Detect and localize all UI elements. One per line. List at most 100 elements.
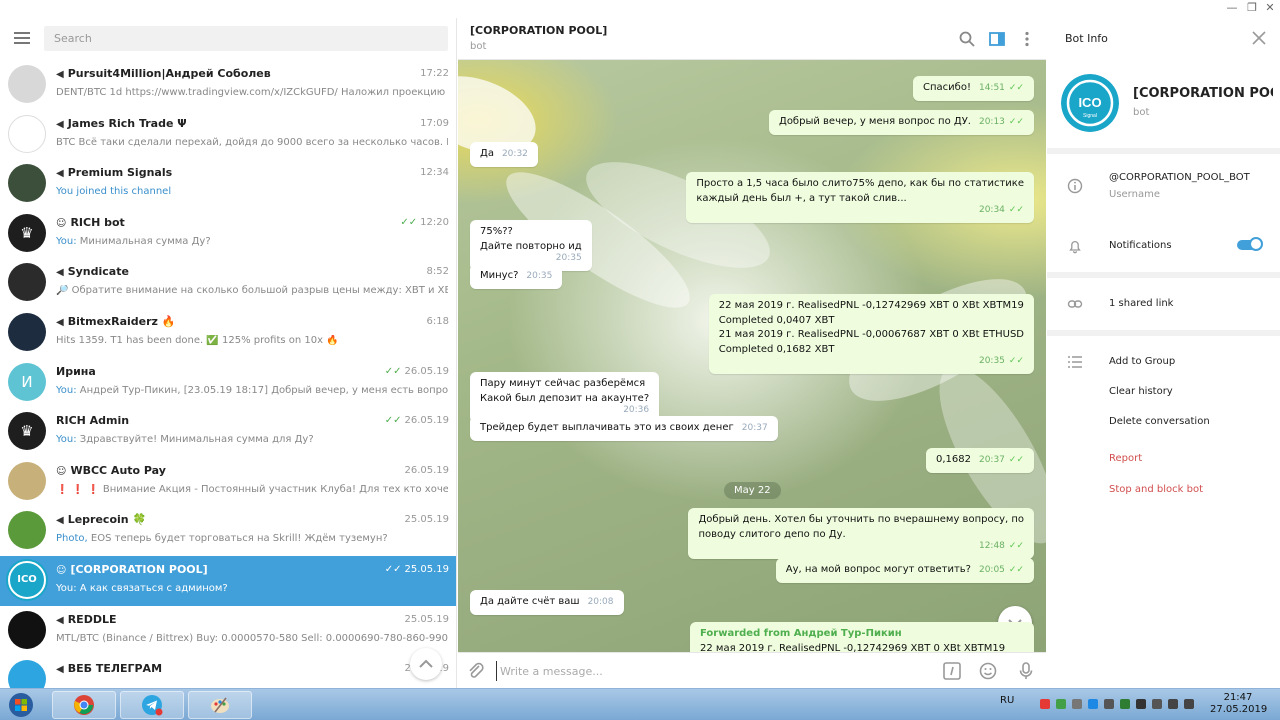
- chat-list-item[interactable]: ◀ Premium Signals 12:34 You joined this cha…: [0, 159, 456, 209]
- date-separator: May 22: [724, 482, 781, 499]
- incoming-message[interactable]: Да дайте счёт ваш 20:08: [470, 590, 624, 615]
- avatar: ♛: [8, 412, 46, 451]
- message-time: 20:05 ✓✓: [978, 565, 1024, 575]
- chat-list-item[interactable]: ◀ BitmexRaiderz 🔥 6:18 Hits 1359. T1 has be…: [0, 308, 456, 358]
- tray-app-icon[interactable]: [1088, 699, 1098, 709]
- chat-list-item[interactable]: ICO ☺ [CORPORATION POOL] ✓✓ 25.05.19 You: А к…: [0, 555, 456, 606]
- taskbar-clock[interactable]: 21:47 27.05.2019: [1210, 692, 1267, 716]
- read-check-icon: ✓✓: [1008, 83, 1024, 93]
- outgoing-message[interactable]: 0,1682 20:37 ✓✓: [925, 448, 1034, 473]
- outgoing-message[interactable]: Добрый вечер, у меня вопрос по ДУ. 20:13 ✓…: [769, 110, 1034, 135]
- chat-time: 8:52: [426, 266, 449, 278]
- bot-avatar[interactable]: ICO Signal: [1061, 74, 1119, 132]
- message-input[interactable]: [496, 661, 936, 681]
- divider: [1047, 330, 1280, 336]
- maximize-button[interactable]: ❐: [1242, 1, 1262, 14]
- outgoing-message[interactable]: Просто а 1,5 часа было слито75% депо, ка…: [686, 172, 1034, 223]
- delete-conversation-button[interactable]: Delete conversation: [1109, 416, 1210, 427]
- channel-icon: ◀: [56, 515, 64, 527]
- tray-app-icon[interactable]: [1072, 699, 1082, 709]
- message-time: 20:08: [587, 597, 614, 607]
- chat-name: ◀ Pursuit4Million|Андрей Соболев: [56, 67, 271, 80]
- tray-app-icon[interactable]: [1104, 699, 1114, 709]
- keyboard-language[interactable]: RU: [1000, 695, 1014, 706]
- microphone-icon[interactable]: [1016, 661, 1036, 681]
- message-time: 20:36: [623, 405, 650, 415]
- chat-list-item[interactable]: ◀ВЕБ ТЕЛЕГРАМ24.05.19: [0, 655, 456, 688]
- search-icon[interactable]: [958, 30, 976, 48]
- bot-icon: ☺: [56, 564, 67, 576]
- chat-list-item[interactable]: ♛ RICH Admin ✓✓ 26.05.19 You: Здравствуйте! …: [0, 407, 456, 457]
- outgoing-message[interactable]: Спасибо! 14:51 ✓✓: [913, 76, 1034, 101]
- tray-app-icon[interactable]: [1152, 699, 1162, 709]
- shared-links-item[interactable]: 1 shared link: [1109, 298, 1173, 309]
- chat-preview: 🔎 Обратите внимание на сколько большой р…: [56, 285, 448, 297]
- close-icon[interactable]: [1251, 30, 1267, 46]
- chat-list-item[interactable]: ☺ WBCC Auto Pay 26.05.19 ❗ ❗ ❗ Внимание Акц…: [0, 457, 456, 507]
- bot-command-icon[interactable]: [942, 661, 962, 681]
- volume-icon[interactable]: [1184, 699, 1194, 709]
- channel-icon: ◀: [56, 316, 64, 328]
- start-button[interactable]: [2, 690, 40, 720]
- stop-block-bot-button[interactable]: Stop and block bot: [1109, 484, 1203, 495]
- clear-history-button[interactable]: Clear history: [1109, 386, 1173, 397]
- chat-list-header: [0, 18, 456, 60]
- sidebar-toggle-icon[interactable]: [988, 30, 1006, 48]
- tray-app-icon[interactable]: [1040, 699, 1050, 709]
- report-button[interactable]: Report: [1109, 453, 1142, 464]
- bot-subtitle: bot: [1133, 107, 1150, 118]
- outgoing-message[interactable]: 22 мая 2019 г. RealisedPNL -0,12742969 X…: [708, 294, 1034, 374]
- tray-app-icon[interactable]: [1120, 699, 1130, 709]
- info-icon: [1067, 178, 1083, 194]
- conversation-header[interactable]: [CORPORATION POOL] bot: [458, 18, 1046, 60]
- message-time: 20:37: [741, 423, 768, 433]
- message-time: 20:35: [555, 253, 582, 263]
- notifications-toggle[interactable]: [1237, 237, 1263, 251]
- taskbar-telegram[interactable]: [120, 691, 184, 719]
- incoming-message[interactable]: Минус? 20:35: [470, 264, 563, 289]
- bot-info-header: Bot Info: [1047, 18, 1280, 60]
- chrome-icon: [74, 695, 94, 715]
- network-icon[interactable]: [1168, 699, 1178, 709]
- outgoing-message[interactable]: Ау, на мой вопрос могут ответить? 20:05 ✓✓: [775, 558, 1034, 583]
- add-to-group-button[interactable]: Add to Group: [1109, 356, 1175, 367]
- chat-list-item[interactable]: И Ирина ✓✓ 26.05.19 You: Андрей Тур-Пикин, […: [0, 358, 456, 408]
- chat-list-item[interactable]: ◀ James Rich Trade Ψ 17:09 BTC Всё таки сде…: [0, 110, 456, 160]
- taskbar-chrome[interactable]: [52, 691, 116, 719]
- avatar: [8, 164, 46, 203]
- tray-app-icon[interactable]: [1136, 699, 1146, 709]
- incoming-message[interactable]: Да 20:32: [470, 142, 538, 167]
- chat-name: ☺ WBCC Auto Pay: [56, 463, 166, 477]
- chat-time: 17:09: [420, 117, 449, 129]
- minimize-button[interactable]: —: [1222, 1, 1242, 14]
- incoming-message[interactable]: Пару минут сейчас разберёмся Какой был де…: [470, 372, 660, 423]
- read-check-icon: ✓✓: [1008, 356, 1024, 366]
- bot-username[interactable]: @CORPORATION_POOL_BOT: [1109, 172, 1250, 183]
- chat-list-item[interactable]: ◀ Leprecoin 🍀 25.05.19 Photo, EOS теперь бу…: [0, 506, 456, 556]
- attach-icon[interactable]: [466, 661, 486, 681]
- outgoing-message[interactable]: Forwarded from Андрей Тур-Пикин 22 мая 20…: [690, 622, 1034, 652]
- scroll-up-button[interactable]: [410, 648, 442, 680]
- search-input[interactable]: [44, 26, 448, 51]
- incoming-message[interactable]: 75%?? Дайте повторно ид 20:35: [470, 220, 592, 271]
- chat-list-item[interactable]: ♛ ☺ RICH bot ✓✓ 12:20 You: Минимальная сумма …: [0, 209, 456, 259]
- chat-list-item[interactable]: ◀ REDDLE 25.05.19 MTL/BTC (Binance / Bittre…: [0, 606, 456, 656]
- close-window-button[interactable]: ✕: [1260, 1, 1280, 14]
- taskbar-paint[interactable]: [188, 691, 252, 719]
- incoming-message[interactable]: Трейдер будет выплачивать это из своих д…: [470, 416, 778, 441]
- message-text: Добрый вечер, у меня вопрос по ДУ.: [779, 116, 971, 127]
- channel-icon: ◀: [56, 118, 64, 130]
- avatar: [8, 461, 46, 500]
- message-text: Да дайте счёт ваш: [480, 596, 580, 607]
- tray-app-icon[interactable]: [1056, 699, 1066, 709]
- paint-icon: [211, 697, 229, 713]
- chat-list-item[interactable]: ◀ Syndicate 8:52 🔎 Обратите внимание на ско…: [0, 258, 456, 308]
- outgoing-message[interactable]: Добрый день. Хотел бы уточнить по вчераш…: [688, 508, 1034, 559]
- emoji-icon[interactable]: [978, 661, 998, 681]
- chat-name: ◀ Premium Signals: [56, 166, 173, 180]
- message-time: 20:34 ✓✓: [978, 205, 1024, 215]
- chat-list-item[interactable]: ◀ Pursuit4Million|Андрей Соболев 17:22 DENT…: [0, 60, 456, 110]
- more-options-icon[interactable]: [1018, 30, 1036, 48]
- read-check-icon: ✓✓: [1008, 205, 1024, 215]
- hamburger-menu-icon[interactable]: [14, 32, 30, 44]
